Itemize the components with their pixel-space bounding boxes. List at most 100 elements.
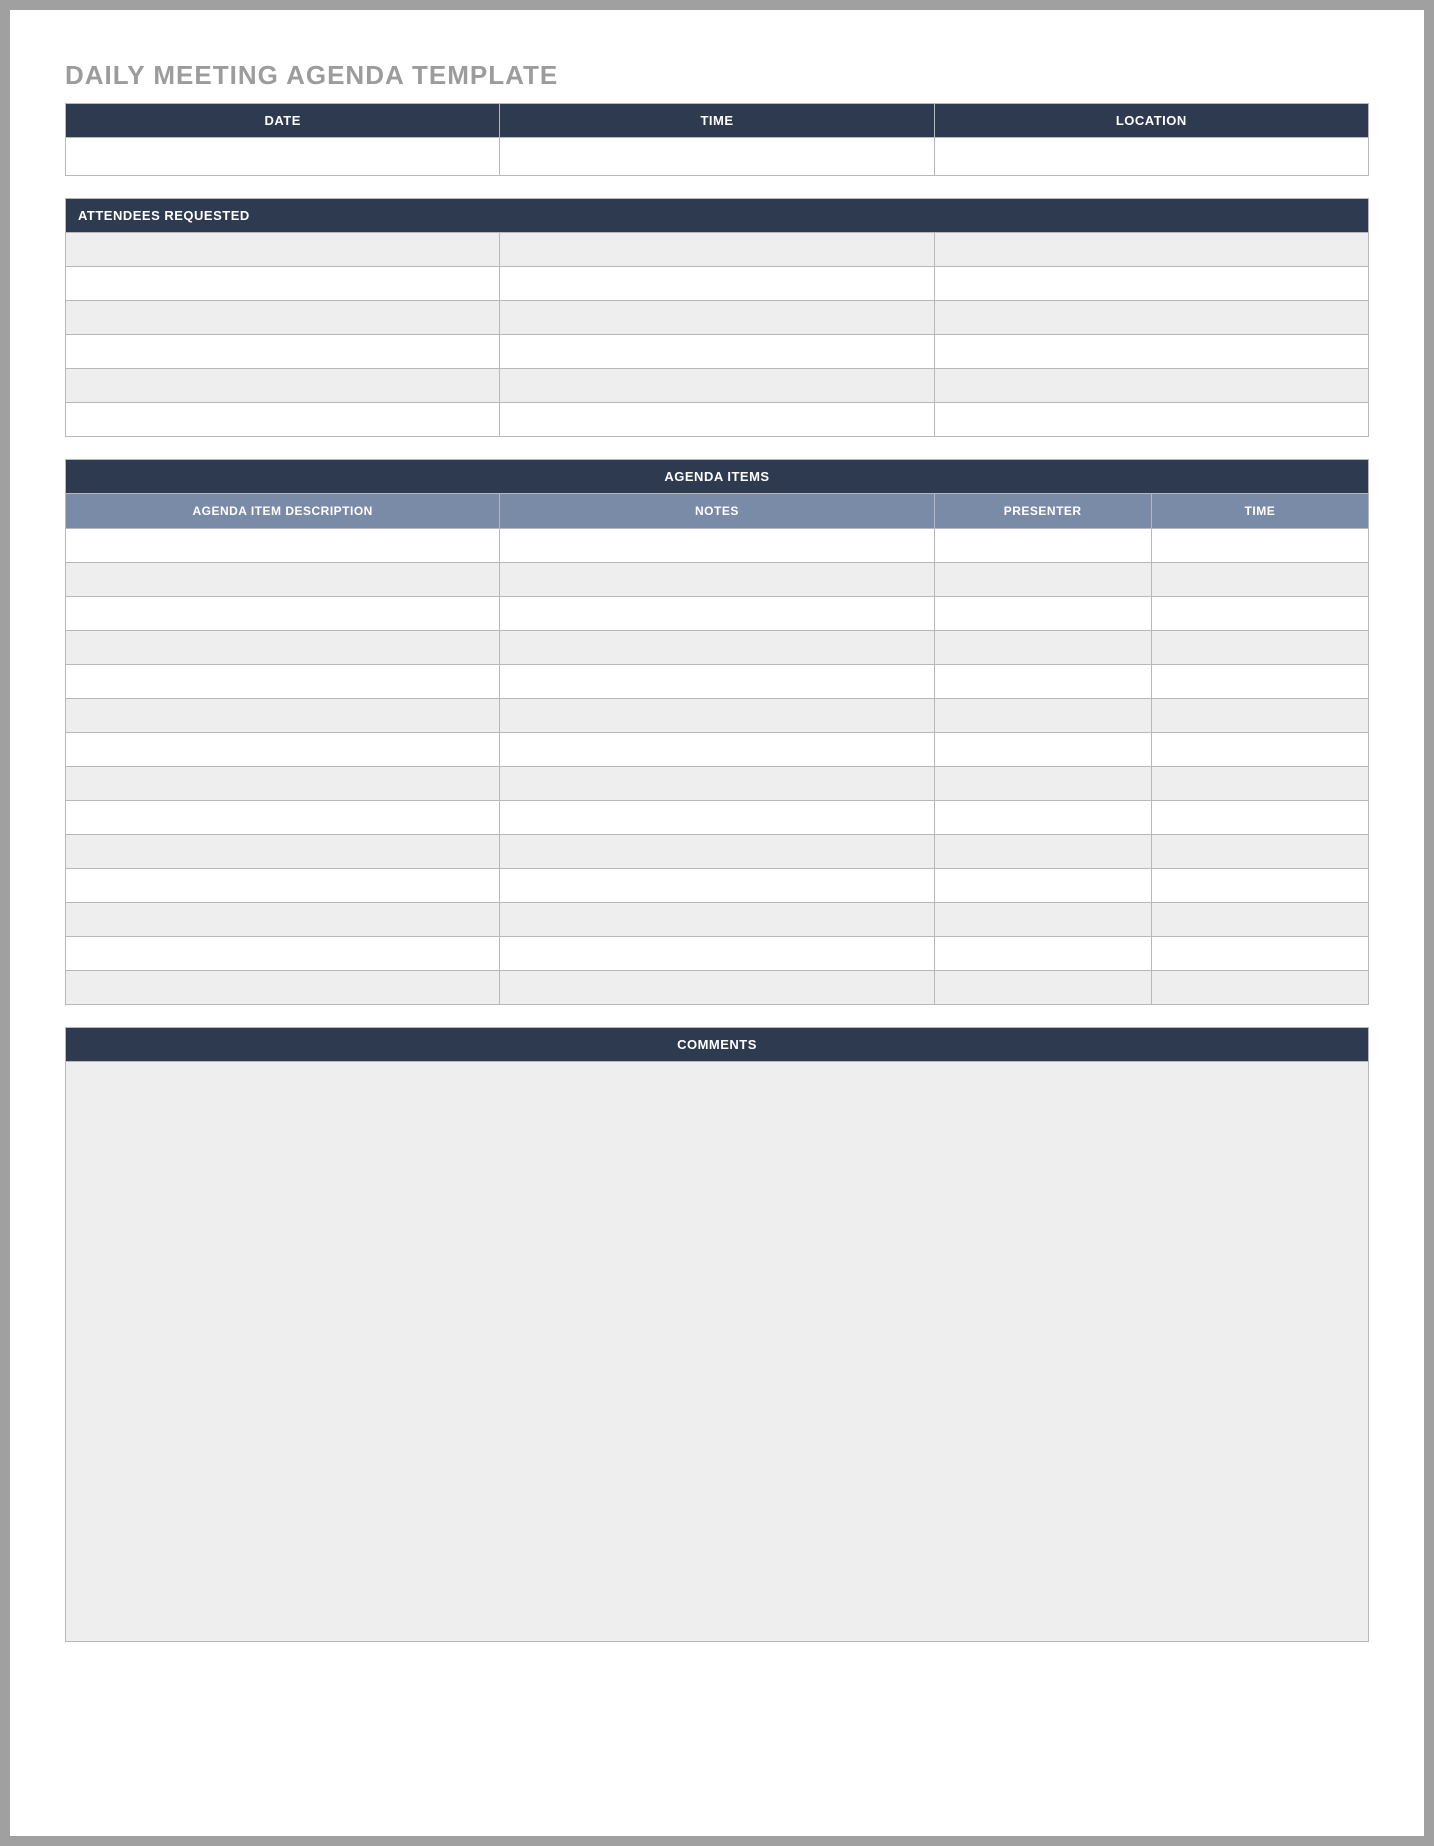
agenda-cell-notes[interactable] [500, 971, 934, 1005]
attendees-cell[interactable] [66, 233, 500, 267]
comments-field[interactable] [65, 1062, 1369, 1642]
agenda-col-time: TIME [1151, 494, 1368, 529]
attendees-cell[interactable] [934, 403, 1368, 437]
attendees-row [66, 369, 1369, 403]
agenda-cell-time[interactable] [1151, 869, 1368, 903]
agenda-cell-description[interactable] [66, 767, 500, 801]
agenda-cell-notes[interactable] [500, 869, 934, 903]
agenda-row [66, 631, 1369, 665]
attendees-cell[interactable] [934, 369, 1368, 403]
agenda-col-notes: NOTES [500, 494, 934, 529]
agenda-cell-presenter[interactable] [934, 699, 1151, 733]
agenda-cell-time[interactable] [1151, 835, 1368, 869]
agenda-cell-time[interactable] [1151, 529, 1368, 563]
agenda-cell-time[interactable] [1151, 699, 1368, 733]
attendees-cell[interactable] [500, 335, 934, 369]
attendees-cell[interactable] [500, 369, 934, 403]
agenda-cell-presenter[interactable] [934, 835, 1151, 869]
agenda-cell-description[interactable] [66, 597, 500, 631]
attendees-cell[interactable] [500, 233, 934, 267]
agenda-cell-presenter[interactable] [934, 801, 1151, 835]
agenda-row [66, 733, 1369, 767]
attendees-cell[interactable] [934, 267, 1368, 301]
agenda-cell-description[interactable] [66, 665, 500, 699]
attendees-cell[interactable] [66, 335, 500, 369]
attendees-cell[interactable] [934, 301, 1368, 335]
agenda-cell-notes[interactable] [500, 699, 934, 733]
agenda-cell-time[interactable] [1151, 665, 1368, 699]
agenda-cell-description[interactable] [66, 937, 500, 971]
agenda-cell-notes[interactable] [500, 903, 934, 937]
agenda-cell-time[interactable] [1151, 971, 1368, 1005]
location-field[interactable] [934, 138, 1368, 176]
agenda-cell-time[interactable] [1151, 767, 1368, 801]
agenda-col-presenter: PRESENTER [934, 494, 1151, 529]
time-field[interactable] [500, 138, 934, 176]
agenda-cell-presenter[interactable] [934, 597, 1151, 631]
agenda-cell-presenter[interactable] [934, 971, 1151, 1005]
agenda-row [66, 597, 1369, 631]
meta-table: DATE TIME LOCATION [65, 103, 1369, 176]
agenda-cell-description[interactable] [66, 529, 500, 563]
agenda-cell-description[interactable] [66, 971, 500, 1005]
attendees-cell[interactable] [500, 301, 934, 335]
agenda-cell-time[interactable] [1151, 801, 1368, 835]
agenda-cell-notes[interactable] [500, 733, 934, 767]
agenda-cell-presenter[interactable] [934, 665, 1151, 699]
agenda-cell-notes[interactable] [500, 563, 934, 597]
agenda-cell-notes[interactable] [500, 937, 934, 971]
time-header: TIME [500, 104, 934, 138]
agenda-cell-notes[interactable] [500, 767, 934, 801]
attendees-cell[interactable] [500, 403, 934, 437]
attendees-cell[interactable] [66, 301, 500, 335]
agenda-row [66, 699, 1369, 733]
attendees-cell[interactable] [500, 267, 934, 301]
agenda-cell-notes[interactable] [500, 597, 934, 631]
agenda-cell-time[interactable] [1151, 903, 1368, 937]
attendees-row [66, 233, 1369, 267]
agenda-cell-description[interactable] [66, 903, 500, 937]
agenda-cell-description[interactable] [66, 869, 500, 903]
agenda-table: AGENDA ITEM DESCRIPTION NOTES PRESENTER … [65, 493, 1369, 1005]
agenda-cell-time[interactable] [1151, 631, 1368, 665]
agenda-cell-presenter[interactable] [934, 903, 1151, 937]
attendees-table [65, 232, 1369, 437]
attendees-row [66, 301, 1369, 335]
attendees-cell[interactable] [934, 233, 1368, 267]
agenda-cell-time[interactable] [1151, 563, 1368, 597]
agenda-cell-notes[interactable] [500, 665, 934, 699]
date-field[interactable] [66, 138, 500, 176]
agenda-header: AGENDA ITEMS [65, 459, 1369, 493]
attendees-cell[interactable] [66, 267, 500, 301]
agenda-cell-time[interactable] [1151, 733, 1368, 767]
agenda-cell-notes[interactable] [500, 529, 934, 563]
page-title: DAILY MEETING AGENDA TEMPLATE [65, 60, 1369, 91]
agenda-cell-presenter[interactable] [934, 869, 1151, 903]
agenda-row [66, 529, 1369, 563]
agenda-cell-description[interactable] [66, 801, 500, 835]
agenda-cell-notes[interactable] [500, 631, 934, 665]
attendees-cell[interactable] [66, 403, 500, 437]
agenda-cell-description[interactable] [66, 733, 500, 767]
agenda-cell-description[interactable] [66, 631, 500, 665]
agenda-cell-notes[interactable] [500, 835, 934, 869]
agenda-row [66, 563, 1369, 597]
agenda-cell-notes[interactable] [500, 801, 934, 835]
attendees-cell[interactable] [66, 369, 500, 403]
agenda-cell-description[interactable] [66, 835, 500, 869]
agenda-cell-presenter[interactable] [934, 563, 1151, 597]
agenda-row [66, 903, 1369, 937]
agenda-cell-description[interactable] [66, 699, 500, 733]
agenda-cell-presenter[interactable] [934, 631, 1151, 665]
agenda-cell-description[interactable] [66, 563, 500, 597]
agenda-cell-presenter[interactable] [934, 733, 1151, 767]
attendees-cell[interactable] [934, 335, 1368, 369]
agenda-cell-presenter[interactable] [934, 529, 1151, 563]
agenda-cell-presenter[interactable] [934, 767, 1151, 801]
agenda-col-description: AGENDA ITEM DESCRIPTION [66, 494, 500, 529]
agenda-cell-time[interactable] [1151, 597, 1368, 631]
agenda-cell-presenter[interactable] [934, 937, 1151, 971]
agenda-row [66, 937, 1369, 971]
agenda-row [66, 869, 1369, 903]
agenda-cell-time[interactable] [1151, 937, 1368, 971]
